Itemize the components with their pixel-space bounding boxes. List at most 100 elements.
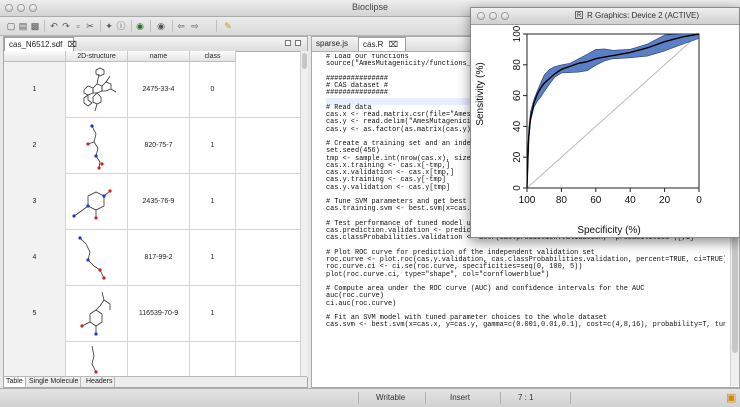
- tab-cas-r[interactable]: cas.R ⌧: [358, 37, 406, 51]
- maximize-icon[interactable]: [295, 40, 301, 46]
- open-folder-icon[interactable]: ▤: [18, 20, 28, 32]
- y-tick-label: 40: [512, 120, 523, 132]
- x-tick-label: 60: [590, 195, 602, 206]
- molecule-name: 817-99-2: [128, 230, 190, 286]
- save-icon[interactable]: ▫: [73, 20, 83, 32]
- row-index: 2: [4, 118, 66, 174]
- zoom-window-button[interactable]: [501, 12, 509, 20]
- molecule-structure: [66, 286, 128, 342]
- column-header[interactable]: 2D-structure: [66, 51, 128, 62]
- table-row[interactable]: 2 820-75-7 1: [4, 118, 300, 174]
- forward-icon[interactable]: ↷: [61, 20, 71, 32]
- nav-forward-icon[interactable]: ⇨: [190, 20, 200, 32]
- row-index: 5: [4, 286, 66, 342]
- close-icon[interactable]: ⌧: [389, 40, 398, 49]
- cursor-position: 7 : 1: [518, 393, 534, 402]
- molecule-class: 1: [190, 174, 236, 230]
- pin-icon[interactable]: ✎: [221, 20, 235, 32]
- r-graphics-window: R R Graphics: Device 2 (ACTIVE) Sensitiv…: [470, 7, 740, 238]
- toolbar-divider: [100, 20, 101, 32]
- code-line[interactable]: # Compute area under the ROC curve (AUC)…: [326, 285, 725, 293]
- row-index: 4: [4, 230, 66, 286]
- row-index: 3: [4, 174, 66, 230]
- minimize-icon[interactable]: [285, 40, 291, 46]
- status-divider: [358, 392, 359, 404]
- column-header[interactable]: name: [128, 51, 190, 62]
- y-tick-label: 80: [512, 59, 523, 71]
- writable-status: Writable: [376, 393, 406, 402]
- scrollbar-thumb[interactable]: [302, 53, 307, 69]
- table-row[interactable]: [4, 342, 300, 378]
- x-tick-label: 40: [625, 195, 637, 206]
- tab-label: sparse.js: [316, 39, 349, 48]
- code-line[interactable]: plot(roc.curve.ci, type="shape", col="co…: [326, 271, 725, 279]
- x-tick-label: 0: [696, 195, 702, 206]
- r-window-title: R Graphics: Device 2 (ACTIVE): [587, 11, 700, 20]
- nav-back-icon[interactable]: ⇦: [176, 20, 186, 32]
- cut-icon[interactable]: ✂: [85, 20, 95, 32]
- x-tick-label: 100: [519, 195, 536, 206]
- tab-sparse-js[interactable]: sparse.js: [312, 37, 358, 51]
- perspective-icon[interactable]: ◉: [155, 20, 167, 32]
- table-row[interactable]: 3 2435-76-9 1: [4, 174, 300, 230]
- molecule-structure: [66, 342, 128, 378]
- back-icon[interactable]: ↶: [49, 20, 59, 32]
- molecule-class: [190, 342, 236, 378]
- minimize-window-button[interactable]: [489, 12, 497, 20]
- molecule-structure: [66, 230, 128, 286]
- molecule-name: [128, 342, 190, 378]
- table-row[interactable]: 4 817-99-2 1: [4, 230, 300, 286]
- r-logo-icon: R: [575, 11, 583, 19]
- y-tick-label: 0: [512, 185, 523, 191]
- tab-cas-sdf[interactable]: cas_N6512.sdf ⌧: [4, 37, 77, 51]
- lock-icon[interactable]: ▣: [726, 389, 736, 407]
- row-index: [4, 342, 66, 378]
- y-axis-label: Sensitivity (%): [475, 62, 486, 125]
- table-row[interactable]: 1 2475-33-4 0: [4, 62, 300, 118]
- close-icon[interactable]: ⌧: [68, 40, 77, 49]
- toolbar-divider: [150, 20, 151, 32]
- tab-label: cas.R: [363, 40, 384, 49]
- molecule-name: 820-75-7: [128, 118, 190, 174]
- tab-headers[interactable]: Headers: [84, 377, 116, 387]
- close-window-button[interactable]: [477, 12, 485, 20]
- editor-page-tabs: Table Single Molecule Headers: [4, 376, 307, 387]
- y-tick-label: 100: [512, 25, 523, 42]
- wand-icon[interactable]: ✦: [104, 20, 114, 32]
- print-icon[interactable]: ▩: [30, 20, 40, 32]
- run-icon[interactable]: ◉: [135, 20, 145, 32]
- toolbar-divider: [172, 20, 173, 32]
- code-line[interactable]: cas.svm <- best.svm(x=cas.x, y=cas.y, ga…: [326, 321, 725, 329]
- toolbar-divider: [44, 20, 45, 32]
- status-divider: [425, 392, 426, 404]
- molecule-name: 2435-76-9: [128, 174, 190, 230]
- x-tick-label: 20: [659, 195, 671, 206]
- column-header[interactable]: class: [190, 51, 236, 62]
- toolbar-divider: [216, 20, 217, 32]
- molecule-structure: [66, 118, 128, 174]
- tab-single-molecule[interactable]: Single Molecule: [27, 377, 82, 387]
- row-index: 1: [4, 62, 66, 118]
- left-tab-bar: cas_N6512.sdf ⌧: [4, 37, 307, 52]
- column-header[interactable]: [4, 51, 66, 62]
- table-scrollbar[interactable]: [300, 51, 308, 377]
- code-line[interactable]: ci.auc(roc.curve): [326, 300, 725, 308]
- r-window-titlebar: R R Graphics: Device 2 (ACTIVE): [471, 8, 739, 25]
- table-row[interactable]: 5 116539-70-9 1: [4, 286, 300, 342]
- molecule-class: 1: [190, 286, 236, 342]
- y-tick-label: 20: [512, 151, 523, 163]
- molecule-class: 1: [190, 118, 236, 174]
- status-divider: [500, 392, 501, 404]
- new-file-icon[interactable]: ▢: [6, 20, 16, 32]
- roc-chart: Sensitivity (%) Specificity (%) 100 80 60 4…: [475, 25, 702, 236]
- y-tick-label: 60: [512, 90, 523, 102]
- status-divider: [570, 392, 571, 404]
- insert-mode-status: Insert: [450, 393, 471, 402]
- tab-label: cas_N6512.sdf: [9, 40, 63, 49]
- help-icon[interactable]: ⓘ: [116, 20, 126, 32]
- status-bar: Writable Insert 7 : 1 ▣: [0, 388, 740, 407]
- tab-table[interactable]: Table: [4, 377, 26, 387]
- x-axis-label: Specificity (%): [577, 225, 640, 236]
- toolbar-divider: [131, 20, 132, 32]
- molecule-class: 1: [190, 230, 236, 286]
